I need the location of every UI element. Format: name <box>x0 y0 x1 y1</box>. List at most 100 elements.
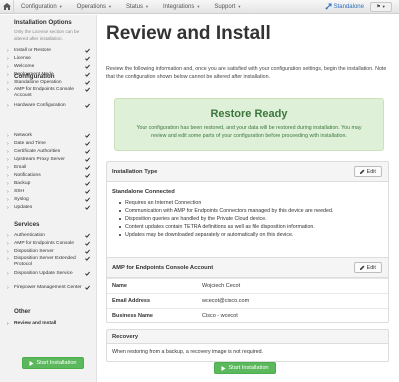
checkmark-icon <box>85 103 90 108</box>
sidebar-item[interactable]: › Backup <box>0 181 97 187</box>
sidebar-item[interactable]: › Disposition Server <box>0 249 97 255</box>
sidebar-item[interactable]: › Notifications <box>0 173 97 179</box>
installation-type-list: Requires an Internet Connection Communic… <box>119 199 388 239</box>
checkmark-icon <box>85 56 90 61</box>
caret-down-icon: ▼ <box>237 4 242 9</box>
standalone-mode-link[interactable]: Standalone <box>319 3 370 10</box>
chevron-right-icon: › <box>7 141 9 147</box>
sidebar-item-label: Updates <box>14 205 33 210</box>
checkmark-icon <box>85 205 90 210</box>
sidebar-start-installation-button[interactable]: Start Installation <box>22 357 84 369</box>
sidebar-item[interactable]: › Firepower Management Center <box>0 285 97 291</box>
edit-installation-type-button[interactable]: Edit <box>354 166 382 177</box>
checkmark-icon <box>85 189 90 194</box>
sidebar-item[interactable]: › Hardware Configuration <box>0 103 97 109</box>
nav-right-group: Standalone ⚑ ▼ <box>319 0 399 14</box>
chevron-right-icon: › <box>7 249 9 255</box>
checkmark-icon <box>85 87 90 92</box>
sidebar-item[interactable]: › Email <box>0 165 97 171</box>
recovery-text: When restoring from a backup, a recovery… <box>112 349 264 355</box>
panel-title: Installation Type <box>112 168 158 175</box>
sidebar-item[interactable]: › Welcome <box>0 64 97 70</box>
start-installation-label: Start Installation <box>36 360 77 366</box>
sidebar-item[interactable]: › AMP for Endpoints Console <box>0 241 97 247</box>
flag-dropdown-button[interactable]: ⚑ ▼ <box>370 1 392 12</box>
caret-down-icon: ▼ <box>145 4 149 9</box>
alert-text: Your configuration has been restored, an… <box>136 125 362 139</box>
chevron-right-icon: › <box>7 103 9 109</box>
sidebar-item[interactable]: › Review and Install <box>0 321 97 327</box>
chevron-right-icon: › <box>7 133 9 139</box>
list-item: Updates may be downloaded separately or … <box>119 231 388 239</box>
checkmark-icon <box>85 133 90 138</box>
chevron-right-icon: › <box>7 321 9 327</box>
chevron-right-icon: › <box>7 233 9 239</box>
start-installation-button[interactable]: Start Installation <box>214 362 276 374</box>
sidebar-item[interactable]: › AMP for Endpoints Console Account <box>0 87 97 99</box>
sidebar-item[interactable]: › Date and Time <box>0 141 97 147</box>
sidebar: Installation Options Only the License sec… <box>0 15 97 382</box>
row-value: Wojciech Cecot <box>202 283 241 289</box>
console-account-panel: AMP for Endpoints Console Account Edit N… <box>106 257 389 323</box>
list-item: Communication with AMP for Endpoints Con… <box>119 207 388 215</box>
sidebar-item[interactable]: › Upstream Proxy Server <box>0 157 97 163</box>
chevron-right-icon: › <box>7 271 9 277</box>
sidebar-item-label: Hardware Configuration <box>14 103 66 108</box>
chevron-right-icon: › <box>7 189 9 195</box>
edit-console-account-button[interactable]: Edit <box>354 262 382 273</box>
sidebar-item[interactable]: › SSH <box>0 189 97 195</box>
sidebar-item-label: Review and Install <box>14 321 57 326</box>
recovery-panel: Recovery When restoring from a backup, a… <box>106 329 389 362</box>
checkmark-icon <box>85 157 90 162</box>
flag-icon: ⚑ <box>376 3 381 10</box>
checkmark-icon <box>85 173 90 178</box>
panel-title: Recovery <box>112 333 139 340</box>
pencil-icon <box>360 169 365 174</box>
sidebar-item[interactable]: › Disposition Server Extended Protocol <box>0 256 97 268</box>
checkmark-icon <box>85 48 90 53</box>
checkmark-icon <box>85 197 90 202</box>
menu-configuration[interactable]: Configuration ▼ <box>14 0 70 14</box>
sidebar-section-title: Other <box>14 308 31 315</box>
sidebar-item-label: Network <box>14 133 32 138</box>
list-item: Disposition queries are handled by the P… <box>119 215 388 223</box>
sidebar-section-title: Services <box>14 221 40 228</box>
chevron-right-icon: › <box>7 205 9 211</box>
sidebar-item[interactable]: › Network <box>0 133 97 139</box>
table-row: Business Name Cisco - wcecot <box>107 308 388 323</box>
sidebar-item-label: Standalone Operation <box>14 80 62 85</box>
sidebar-item-label: Welcome <box>14 64 35 69</box>
page-title: Review and Install <box>106 23 271 44</box>
checkmark-icon <box>85 72 90 77</box>
menu-operations[interactable]: Operations ▼ <box>70 0 119 14</box>
list-item: Requires an Internet Connection <box>119 199 388 207</box>
checkmark-icon <box>85 241 90 246</box>
play-icon <box>29 360 34 366</box>
sidebar-item[interactable]: › Certificate Authorities <box>0 149 97 155</box>
checkmark-icon <box>85 256 90 261</box>
menu-label: Integrations <box>162 3 195 10</box>
home-button[interactable] <box>0 0 14 14</box>
sidebar-item[interactable]: › Disposition Update Service <box>0 271 97 277</box>
menu-status[interactable]: Status ▼ <box>119 0 156 14</box>
menu-support[interactable]: Support ▼ <box>207 0 248 14</box>
panel-title: AMP for Endpoints Console Account <box>112 264 214 271</box>
sidebar-item[interactable]: › Authentication <box>0 233 97 239</box>
top-navbar: Configuration ▼ Operations ▼ Status ▼ Integ… <box>0 0 399 14</box>
menu-integrations[interactable]: Integrations ▼ <box>156 0 207 14</box>
sidebar-item[interactable]: › Updates <box>0 205 97 211</box>
sidebar-item-label: Backup <box>14 181 31 186</box>
checkmark-icon <box>85 165 90 170</box>
sidebar-item-label: Certificate Authorities <box>14 149 61 154</box>
sidebar-section-title: Configuration <box>14 73 55 80</box>
row-key: Email Address <box>112 298 151 304</box>
checkmark-icon <box>85 149 90 154</box>
sidebar-item-label: Disposition Server Extended Protocol <box>14 256 76 267</box>
sidebar-item[interactable]: › Install or Restore <box>0 48 97 54</box>
sidebar-item[interactable]: › License <box>0 56 97 62</box>
panel-heading: AMP for Endpoints Console Account <box>107 258 388 278</box>
sidebar-item[interactable]: › Syslog <box>0 197 97 203</box>
sidebar-item[interactable]: › Standalone Operation <box>0 80 97 86</box>
edit-label: Edit <box>366 168 376 175</box>
edit-label: Edit <box>366 264 376 271</box>
